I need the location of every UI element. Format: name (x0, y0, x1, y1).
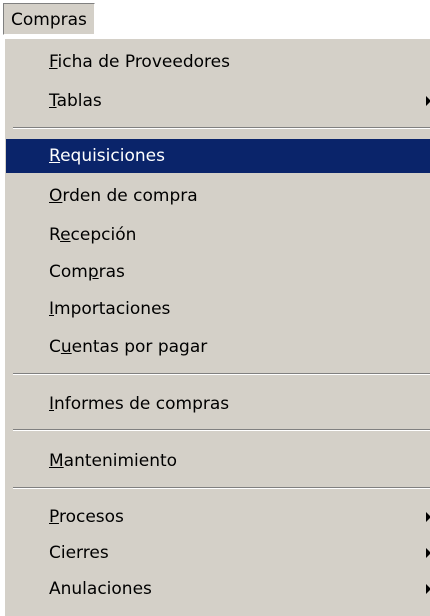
menu-item-recepcion[interactable]: Recepción (6, 218, 430, 252)
menu-item-label: Tablas (49, 91, 102, 111)
menu-item-label: Procesos (49, 507, 124, 527)
submenu-arrow-icon (426, 548, 430, 558)
menu-item-label: Compras (49, 262, 125, 282)
menu-compras[interactable]: Compras (3, 3, 95, 35)
submenu-arrow-icon (426, 512, 430, 522)
menu-item-requisiciones[interactable]: Requisiciones (6, 139, 430, 173)
compras-dropdown-menu: Ficha de Proveedores Tablas Requisicione… (4, 38, 430, 616)
submenu-arrow-icon (426, 584, 430, 594)
menu-item-label: Orden de compra (49, 186, 198, 206)
menu-item-label: Informes de compras (49, 394, 230, 414)
menu-item-cuentas-por-pagar[interactable]: Cuentas por pagar (6, 330, 430, 364)
menu-item-label: Ficha de Proveedores (49, 52, 230, 72)
submenu-arrow-icon (426, 96, 430, 106)
menu-separator (13, 487, 430, 489)
menu-item-anulaciones[interactable]: Anulaciones (6, 572, 430, 606)
menu-item-label: Importaciones (49, 299, 171, 319)
menu-item-informes-de-compras[interactable]: Informes de compras (6, 387, 430, 421)
menu-item-procesos[interactable]: Procesos (6, 500, 430, 534)
menu-item-mantenimiento[interactable]: Mantenimiento (6, 444, 430, 478)
menu-item-ficha-de-proveedores[interactable]: Ficha de Proveedores (6, 45, 430, 79)
menu-item-cierres[interactable]: Cierres (6, 536, 430, 570)
menu-item-tablas[interactable]: Tablas (6, 84, 430, 118)
menu-item-label: Anulaciones (49, 579, 152, 599)
menu-item-label: Cuentas por pagar (49, 337, 208, 357)
menu-item-compras[interactable]: Compras (6, 255, 430, 289)
menu-separator (13, 127, 430, 129)
menu-bar: Compras (0, 0, 430, 38)
menu-separator (13, 373, 430, 375)
menu-item-label: Cierres (49, 543, 109, 563)
menu-separator (13, 429, 430, 431)
menu-item-label: Mantenimiento (49, 451, 178, 471)
menu-item-importaciones[interactable]: Importaciones (6, 292, 430, 326)
menu-item-orden-de-compra[interactable]: Orden de compra (6, 179, 430, 213)
menu-item-label: Recepción (49, 225, 137, 245)
menu-item-label: Requisiciones (49, 146, 165, 166)
